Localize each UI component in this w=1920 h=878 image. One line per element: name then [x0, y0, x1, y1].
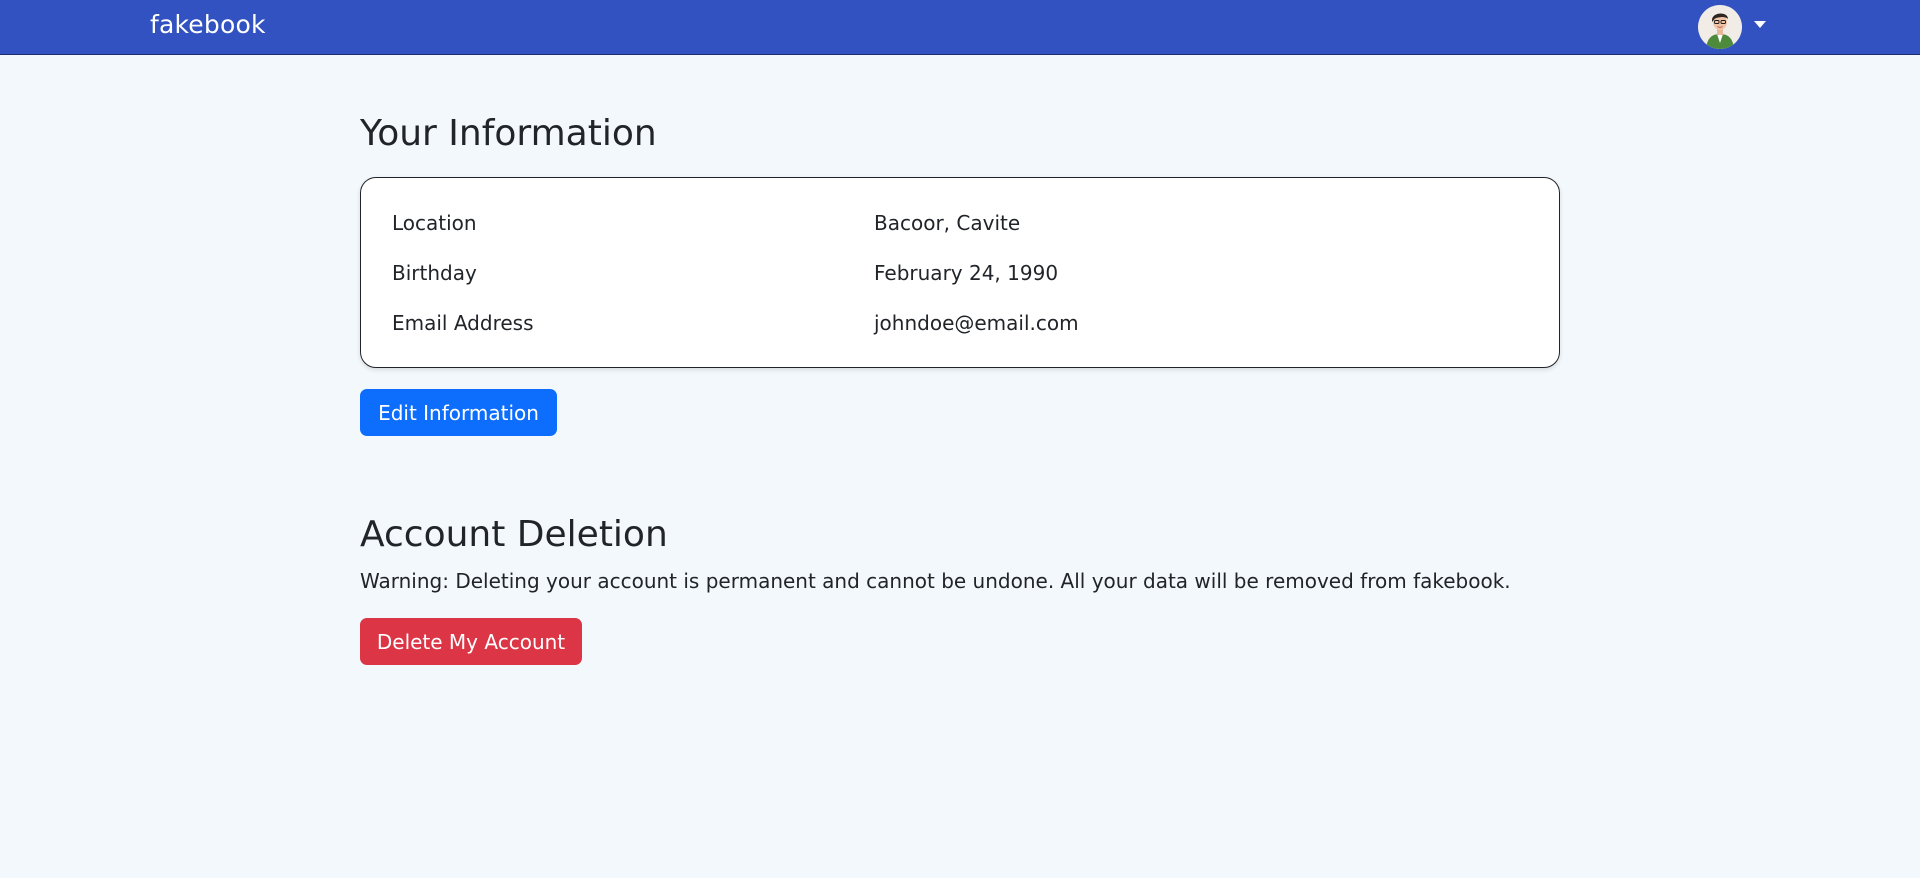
info-value: johndoe@email.com: [874, 311, 1079, 335]
info-label: Email Address: [392, 311, 534, 335]
account-deletion-heading: Account Deletion: [360, 514, 668, 555]
delete-account-button[interactable]: Delete My Account: [360, 618, 582, 665]
top-navbar: fakebook: [0, 0, 1920, 55]
caret-down-icon[interactable]: [1754, 20, 1766, 28]
user-avatar-icon[interactable]: [1698, 5, 1742, 49]
info-label: Location: [392, 211, 477, 235]
deletion-warning-text: Warning: Deleting your account is perman…: [360, 569, 1511, 593]
info-row-birthday: Birthday February 24, 1990: [361, 261, 1561, 291]
information-card: Location Bacoor, Cavite Birthday Februar…: [360, 177, 1560, 368]
info-row-location: Location Bacoor, Cavite: [361, 211, 1561, 241]
brand-logo-link[interactable]: fakebook: [150, 10, 266, 39]
edit-information-button[interactable]: Edit Information: [360, 389, 557, 436]
info-label: Birthday: [392, 261, 477, 285]
info-value: Bacoor, Cavite: [874, 211, 1021, 235]
user-menu-toggle[interactable]: [1698, 5, 1768, 49]
info-row-email: Email Address johndoe@email.com: [361, 311, 1561, 341]
info-value: February 24, 1990: [874, 261, 1059, 285]
your-information-heading: Your Information: [360, 113, 657, 154]
